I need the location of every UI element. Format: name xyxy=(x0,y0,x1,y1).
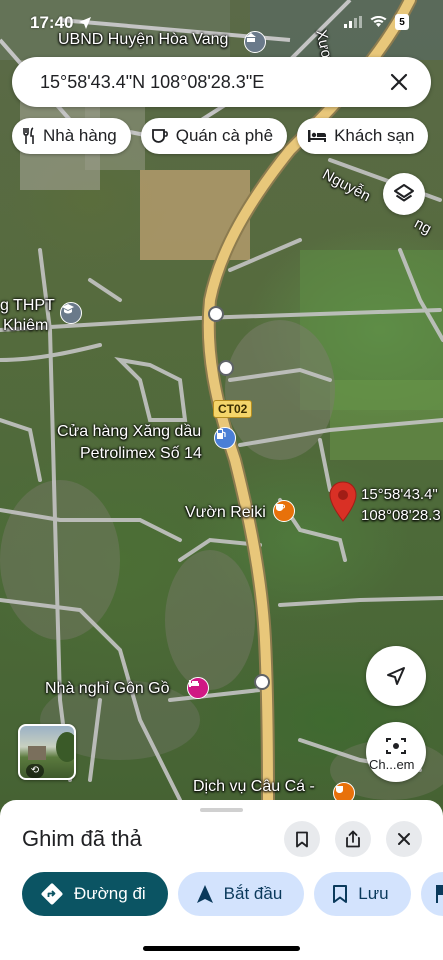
start-label: Bắt đầu xyxy=(223,884,283,903)
camera-icon xyxy=(386,738,406,754)
map-label-nha-nghi[interactable]: Nhà nghỉ Gôn Gồ xyxy=(45,679,170,699)
hotel-icon xyxy=(308,130,327,142)
map-label-pin-lat: 15°58'43.4" xyxy=(361,486,438,503)
navigation-arrow-icon xyxy=(387,667,405,685)
search-input[interactable]: 15°58'43.4"N 108°08'28.3"E xyxy=(40,72,385,93)
camera-button-label: Ch...em xyxy=(369,757,415,772)
map-label-reiki[interactable]: Vườn Reiki xyxy=(185,503,266,523)
home-indicator xyxy=(143,946,300,951)
more-actions-button[interactable] xyxy=(420,872,443,916)
close-icon xyxy=(398,833,410,845)
directions-icon xyxy=(41,883,63,905)
restaurant-icon xyxy=(23,127,34,144)
school-icon[interactable] xyxy=(60,302,82,324)
category-chips: Nhà hàng Quán cà phê Khách sạn xyxy=(12,118,429,154)
location-arrow-icon xyxy=(79,17,91,29)
map-label-gas-1[interactable]: Cửa hàng Xăng dầu xyxy=(57,422,201,442)
flag-icon xyxy=(435,885,443,903)
battery-icon: 5 xyxy=(395,14,409,30)
chip-label: Khách sạn xyxy=(334,126,415,145)
navigation-icon xyxy=(196,885,213,903)
save-button[interactable]: Lưu xyxy=(314,872,411,916)
map-label-pin-lng: 108°08'28.3 xyxy=(361,507,441,524)
bus-stop-icon[interactable] xyxy=(254,674,270,690)
close-sheet-button[interactable] xyxy=(386,821,422,857)
share-button[interactable] xyxy=(335,821,371,857)
bookmark-icon xyxy=(333,885,348,903)
start-button[interactable]: Bắt đầu xyxy=(177,872,305,916)
map-label-school-1[interactable]: g THPT xyxy=(0,296,55,316)
chip-cafes[interactable]: Quán cà phê xyxy=(140,118,288,154)
cafe-icon[interactable] xyxy=(273,500,295,522)
street-view-thumbnail[interactable]: ⟲ xyxy=(18,724,76,780)
share-icon xyxy=(346,830,360,848)
save-label: Lưu xyxy=(358,884,389,903)
hotel-icon[interactable] xyxy=(187,677,209,699)
dropped-pin-icon[interactable] xyxy=(328,481,358,523)
layers-button[interactable] xyxy=(383,173,425,215)
search-bar[interactable]: 15°58'43.4"N 108°08'28.3"E xyxy=(12,57,431,107)
close-icon xyxy=(390,73,408,91)
route-shield-ct02: CT02 xyxy=(213,400,253,418)
directions-label: Đường đi xyxy=(74,884,146,903)
wifi-icon xyxy=(370,16,387,27)
coffee-icon xyxy=(151,129,168,143)
layers-icon xyxy=(394,184,414,202)
map-label-gas-2[interactable]: Petrolimex Số 14 xyxy=(80,444,202,464)
bookmark-icon xyxy=(296,831,308,847)
map-label-dich-vu[interactable]: Dịch vụ Câu Cá - xyxy=(193,777,315,797)
rotate-360-icon: ⟲ xyxy=(26,764,44,778)
map-label-school-2[interactable]: Khiêm xyxy=(3,316,48,336)
chip-label: Quán cà phê xyxy=(175,126,274,145)
my-location-button[interactable] xyxy=(366,646,426,706)
lens-camera-button[interactable]: Ch...em xyxy=(366,722,426,782)
status-time: 17:40 xyxy=(30,13,74,32)
save-icon-button[interactable] xyxy=(284,821,320,857)
sheet-drag-handle[interactable] xyxy=(200,808,243,812)
sheet-title: Ghim đã thả xyxy=(22,826,142,851)
bus-stop-icon[interactable] xyxy=(208,306,224,322)
directions-button[interactable]: Đường đi xyxy=(22,872,168,916)
chip-label: Nhà hàng xyxy=(43,126,117,145)
chip-restaurants[interactable]: Nhà hàng xyxy=(12,118,131,154)
action-button-row: Đường đi Bắt đầu Lưu xyxy=(22,872,443,916)
close-search-button[interactable] xyxy=(385,68,413,96)
bus-stop-icon[interactable] xyxy=(218,360,234,376)
bottom-sheet[interactable]: Ghim đã thả Đường đi Bắt đầu Lưu xyxy=(0,800,443,960)
signal-icon xyxy=(344,16,362,28)
chip-hotels[interactable]: Khách sạn xyxy=(297,118,429,154)
status-bar: 17:40 5 xyxy=(0,0,443,44)
gas-station-icon[interactable] xyxy=(214,427,236,449)
